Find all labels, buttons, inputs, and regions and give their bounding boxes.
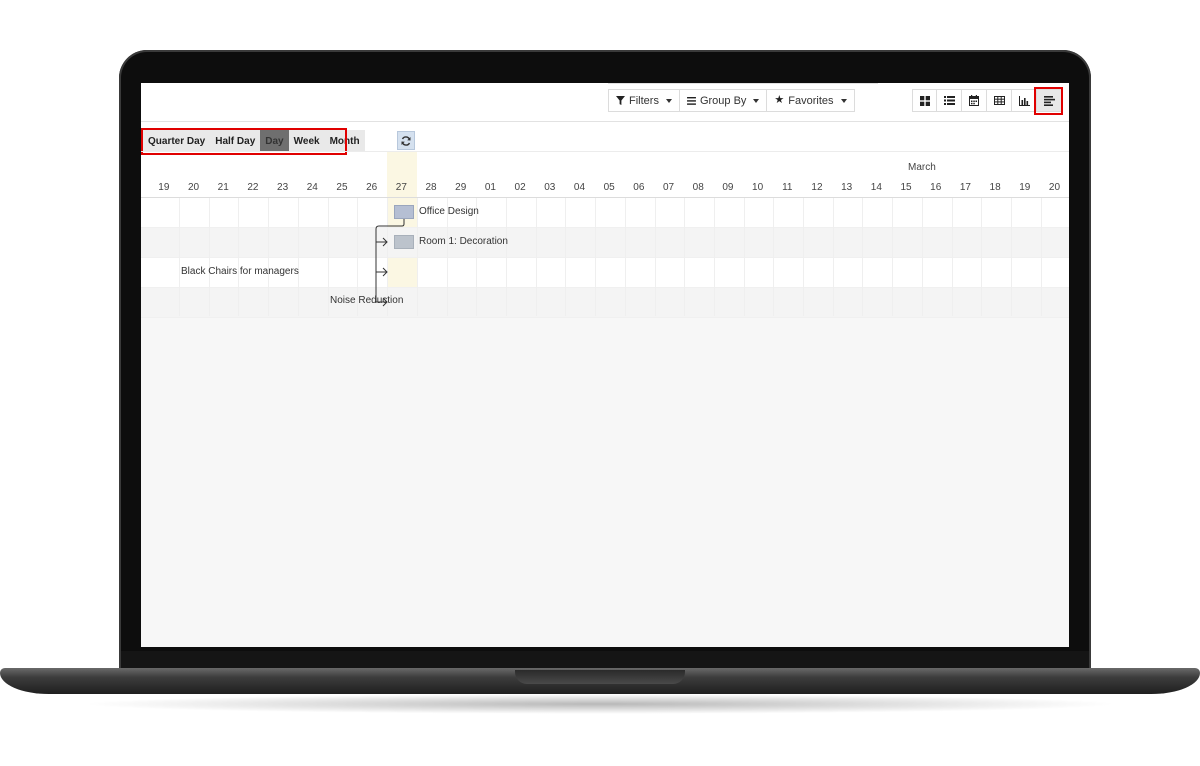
group-by-label: Group By: [699, 94, 747, 107]
pivot-view-button[interactable]: [987, 89, 1012, 112]
caret-down-icon: [665, 98, 672, 103]
calendar-view-button[interactable]: [962, 89, 987, 112]
search-options: Filters Group By ★ Favorites: [608, 89, 855, 112]
list-icon: [687, 96, 696, 105]
bar-chart-icon: [1018, 95, 1030, 106]
laptop-notch: [515, 670, 685, 684]
dependency-arrows: [375, 219, 405, 307]
list-icon: [943, 96, 955, 105]
favorites-label: Favorites: [788, 94, 834, 107]
control-panel: Filters Group By ★ Favorites: [141, 83, 1069, 122]
gantt-view-highlight: [1034, 87, 1063, 115]
laptop-shadow: [80, 694, 1120, 714]
table-icon: [993, 96, 1005, 105]
filters-label: Filters: [629, 94, 659, 107]
filter-icon: [616, 96, 625, 105]
group-by-button[interactable]: Group By: [679, 89, 768, 112]
app-screen: Filters Group By ★ Favorites Quarter Day…: [141, 83, 1069, 647]
star-icon: ★: [774, 94, 785, 106]
gantt-chart: Quarter Day Half Day Day Week Month Marc…: [141, 122, 1069, 318]
favorites-button[interactable]: ★ Favorites: [767, 89, 855, 112]
kanban-view-button[interactable]: [912, 89, 937, 112]
list-view-button[interactable]: [937, 89, 962, 112]
grid-icon: [919, 95, 930, 106]
caret-down-icon: [753, 98, 760, 103]
caret-down-icon: [840, 98, 847, 103]
filters-button[interactable]: Filters: [608, 89, 680, 112]
calendar-icon: [969, 95, 979, 106]
